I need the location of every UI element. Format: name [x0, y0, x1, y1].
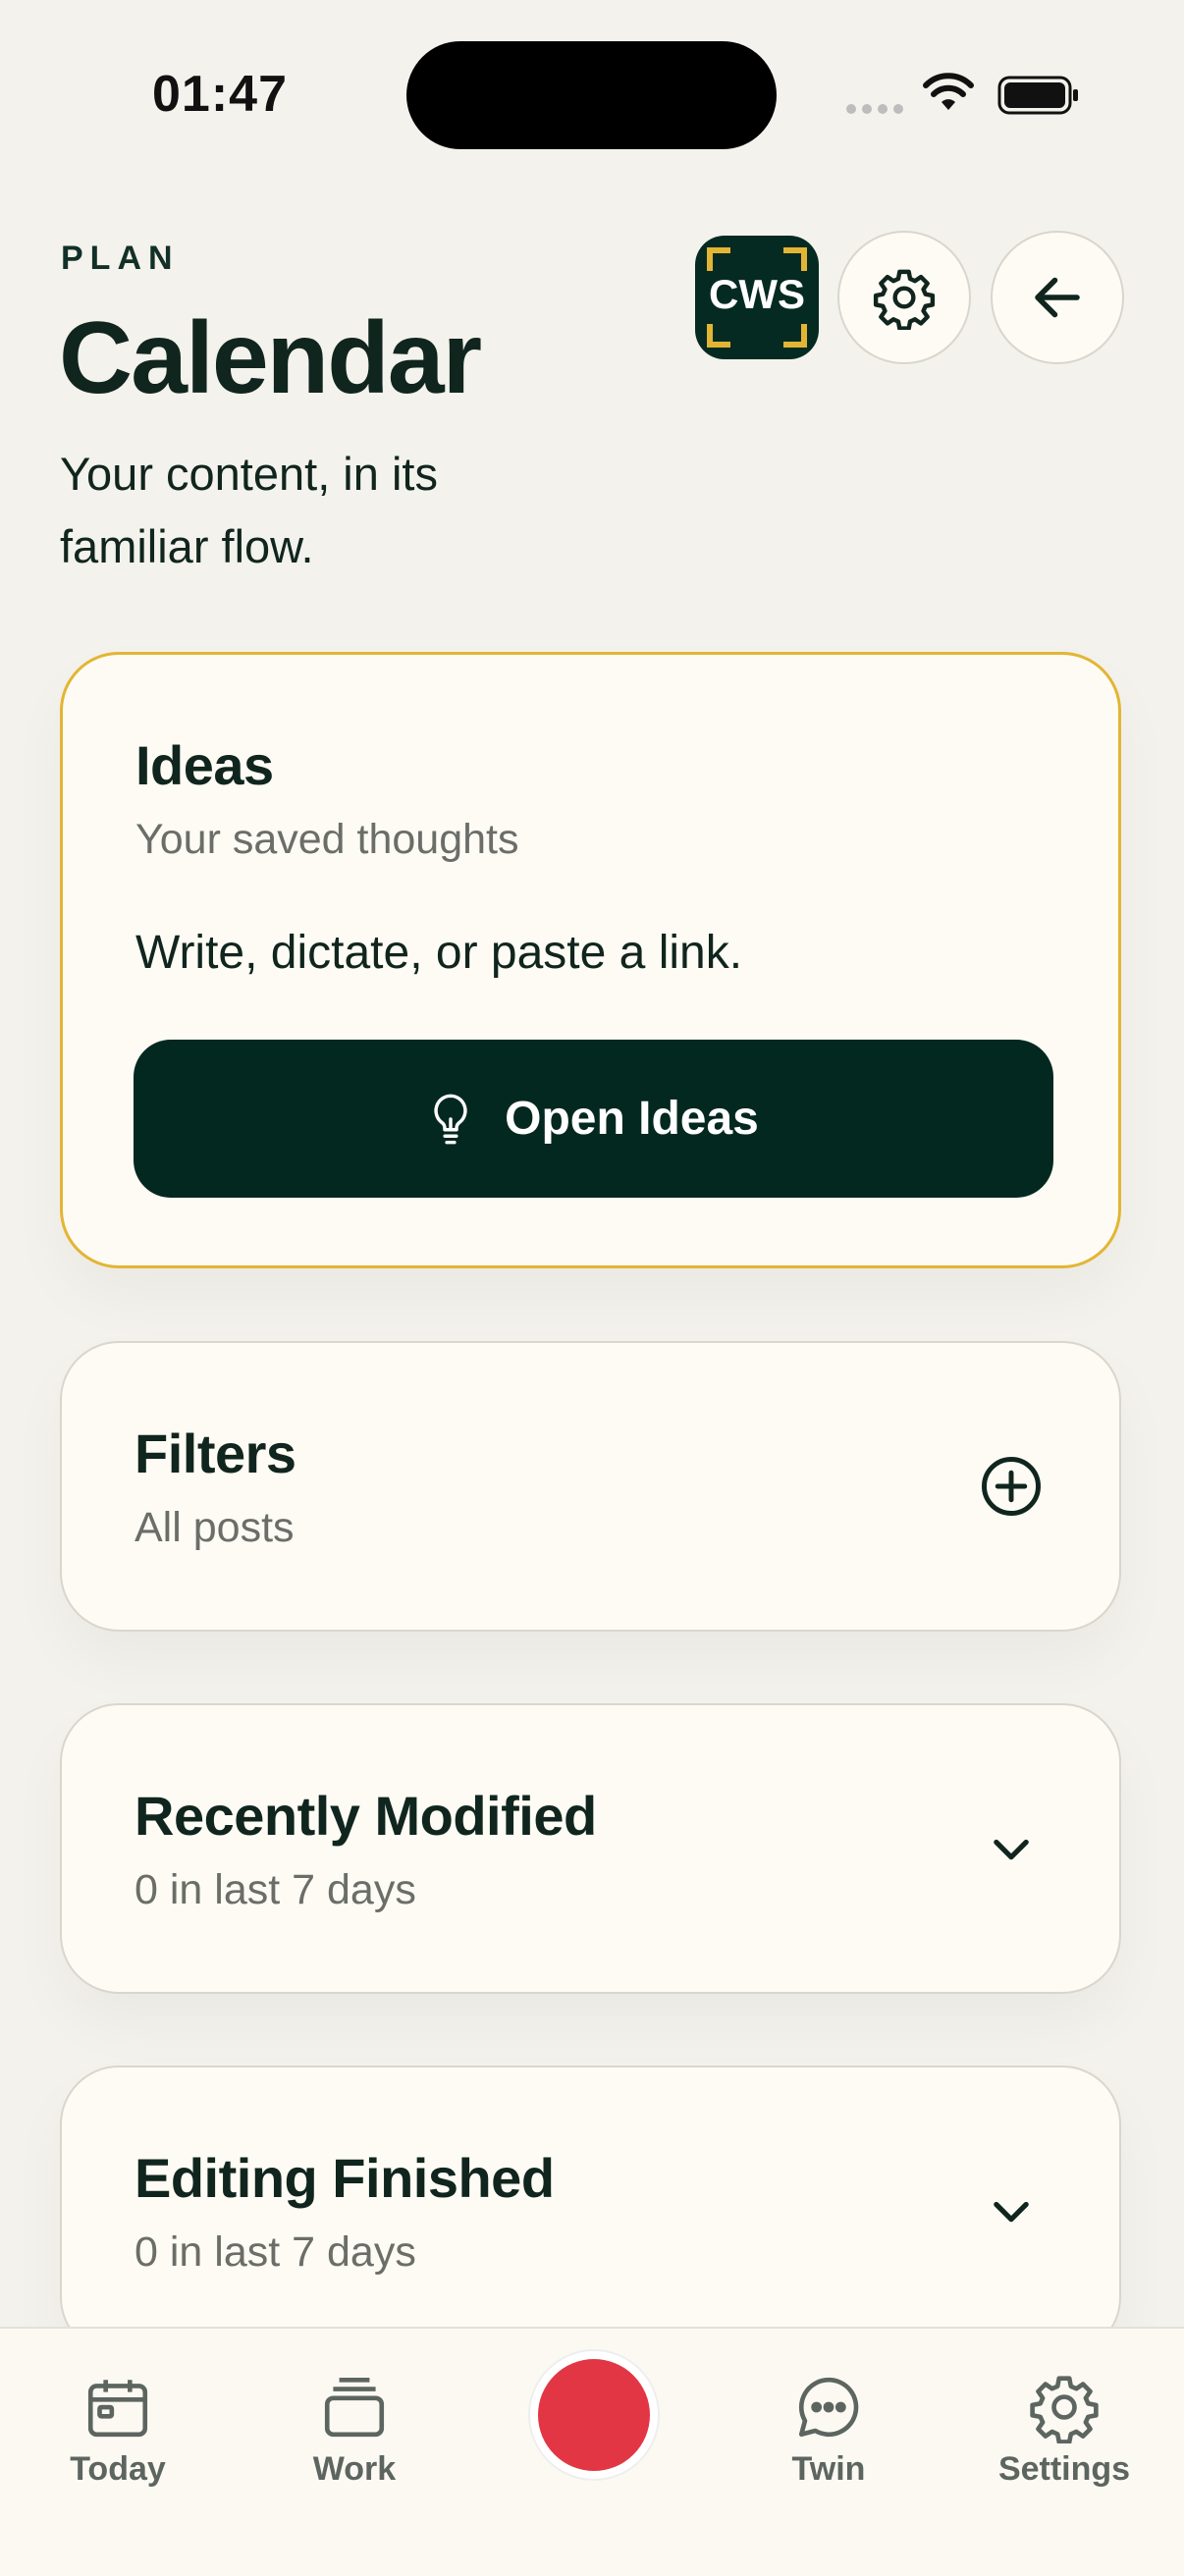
page-subtitle: Your content, in its familiar flow. — [60, 448, 438, 572]
expand-recently-modified[interactable] — [972, 1809, 1050, 1888]
add-filter-button[interactable] — [972, 1447, 1050, 1526]
tab-work[interactable]: Work — [271, 2368, 438, 2489]
tab-settings[interactable]: Settings — [981, 2368, 1148, 2489]
dynamic-island — [406, 41, 777, 149]
cellular-signal-icon — [846, 104, 903, 114]
ideas-subtitle: Your saved thoughts — [135, 816, 519, 863]
back-button[interactable] — [991, 231, 1124, 364]
filters-card[interactable]: Filters All posts — [60, 1341, 1121, 1632]
open-ideas-button[interactable]: Open Ideas — [134, 1040, 1053, 1198]
chat-bubble-icon — [798, 2377, 859, 2438]
recently-modified-card[interactable]: Recently Modified 0 in last 7 days — [60, 1703, 1121, 1994]
ideas-description: Write, dictate, or paste a link. — [135, 927, 743, 979]
plus-circle-icon — [982, 1457, 1041, 1516]
chevron-down-icon — [994, 1839, 1029, 1860]
status-bar: 01:47 — [0, 0, 1184, 196]
section-eyebrow: PLAN — [61, 240, 180, 277]
tab-twin-label: Twin — [791, 2450, 866, 2488]
tab-today[interactable]: Today — [34, 2368, 201, 2489]
recently-modified-title: Recently Modified — [135, 1785, 597, 1847]
wifi-icon — [923, 73, 974, 110]
editing-finished-title: Editing Finished — [135, 2147, 555, 2209]
tab-today-label: Today — [70, 2450, 166, 2488]
battery-icon — [997, 76, 1078, 115]
logo-text: CWS — [709, 271, 805, 317]
chevron-down-icon — [994, 2201, 1029, 2223]
open-ideas-label: Open Ideas — [505, 1093, 759, 1145]
record-icon — [538, 2359, 650, 2471]
ideas-title: Ideas — [135, 734, 274, 796]
gear-icon — [873, 269, 936, 330]
tab-twin[interactable]: Twin — [745, 2368, 912, 2489]
expand-editing-finished[interactable] — [972, 2172, 1050, 2250]
filters-subtitle: All posts — [135, 1504, 295, 1551]
lightbulb-icon — [434, 1094, 467, 1144]
tab-settings-label: Settings — [997, 2450, 1131, 2488]
record-button[interactable] — [528, 2349, 660, 2481]
tab-work-label: Work — [312, 2450, 397, 2488]
stack-icon — [324, 2377, 385, 2438]
calendar-icon — [87, 2380, 148, 2438]
editing-finished-count: 0 in last 7 days — [135, 2228, 416, 2276]
ideas-card: Ideas Your saved thoughts Write, dictate… — [60, 652, 1121, 1268]
editing-finished-card[interactable]: Editing Finished 0 in last 7 days — [60, 2066, 1121, 2356]
gear-icon — [1030, 2376, 1099, 2443]
settings-button[interactable] — [837, 231, 971, 364]
page-title: Calendar — [59, 301, 482, 415]
status-time: 01:47 — [152, 66, 288, 123]
cws-logo-badge[interactable]: CWS — [695, 236, 819, 359]
recently-modified-count: 0 in last 7 days — [135, 1866, 416, 1913]
filters-title: Filters — [135, 1422, 296, 1484]
arrow-left-icon — [1035, 277, 1080, 318]
